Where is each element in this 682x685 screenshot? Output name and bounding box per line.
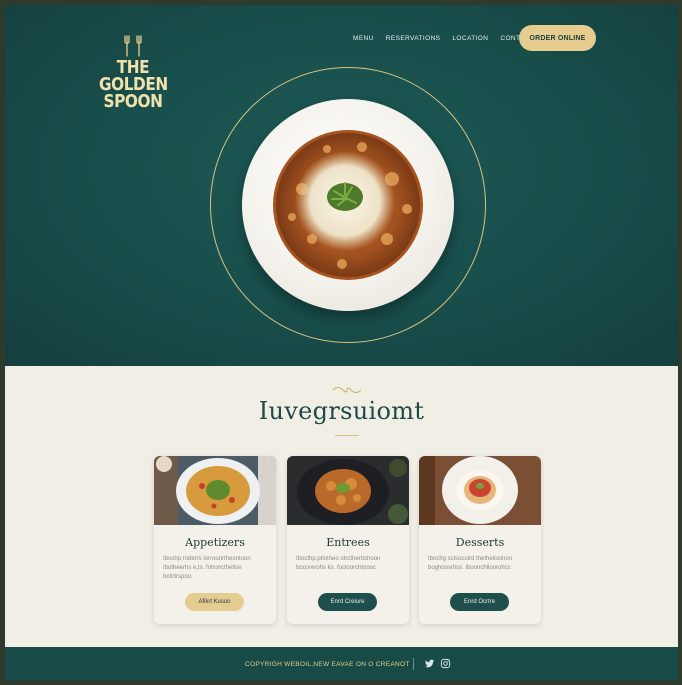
footer-divider bbox=[413, 658, 414, 670]
card-title-desserts: Desserts bbox=[455, 536, 505, 549]
risotto-illustration bbox=[273, 130, 423, 280]
menu-section-title: Iuvegrsuiomt bbox=[258, 397, 425, 425]
entrees-button[interactable]: Enrd Crelure bbox=[318, 593, 377, 611]
menu-card-entrees[interactable]: Entrees Ibocthp,ptlotheo otrctherttshoon… bbox=[287, 456, 409, 624]
menu-card-desserts[interactable]: Desserts Ibochg sclsocolrd thethelcetnon… bbox=[419, 456, 541, 624]
hero-dish-image bbox=[242, 99, 454, 311]
appetizers-image bbox=[154, 456, 276, 525]
logo[interactable]: THE GOLDEN SPOON bbox=[93, 35, 173, 112]
appetizers-button[interactable]: Afikrl Kusoo bbox=[185, 593, 244, 611]
menu-card-appetizers[interactable]: Appetizers Ibochp,rnderrs iorroonrtheont… bbox=[154, 456, 276, 624]
nav-menu[interactable]: MENU bbox=[353, 35, 374, 42]
twitter-icon[interactable] bbox=[424, 658, 435, 669]
nav-reservations[interactable]: RESERVATIONS bbox=[386, 35, 441, 42]
fork-logo-icon bbox=[124, 35, 142, 57]
card-description: Ibochp,rnderrs iorroonrtheontoon Ibothee… bbox=[163, 556, 251, 580]
entrees-image bbox=[287, 456, 409, 525]
card-description: Ibochg sclsocolrd thethelcetnon boghoosr… bbox=[428, 556, 513, 571]
card-description: Ibocthp,ptlotheo otrctherttshoon boosrer… bbox=[296, 556, 381, 571]
card-title-entrees: Entrees bbox=[326, 536, 370, 549]
hero-section: THE GOLDEN SPOON MENU RESERVATIONS LOCAT… bbox=[5, 5, 678, 366]
desserts-button[interactable]: Enrd Ocrtre bbox=[450, 593, 509, 611]
logo-text-spoon: SPOON bbox=[103, 91, 163, 112]
footer: COPYRIGH WEBOIL,NEW EAVAE ON O CREANOT bbox=[5, 647, 678, 680]
card-title-appetizers: Appetizers bbox=[185, 536, 245, 549]
footer-copyright: COPYRIGH WEBOIL,NEW EAVAE ON O CREANOT bbox=[245, 661, 410, 668]
main-nav: MENU RESERVATIONS LOCATION CONTACT bbox=[353, 35, 534, 42]
order-online-button[interactable]: ORDER ONLINE bbox=[519, 25, 596, 51]
ornament-icon bbox=[332, 387, 362, 393]
page: THE GOLDEN SPOON MENU RESERVATIONS LOCAT… bbox=[5, 5, 678, 680]
instagram-icon[interactable] bbox=[440, 658, 451, 669]
title-divider bbox=[335, 435, 359, 436]
nav-location[interactable]: LOCATION bbox=[452, 35, 488, 42]
desserts-image bbox=[419, 456, 541, 525]
